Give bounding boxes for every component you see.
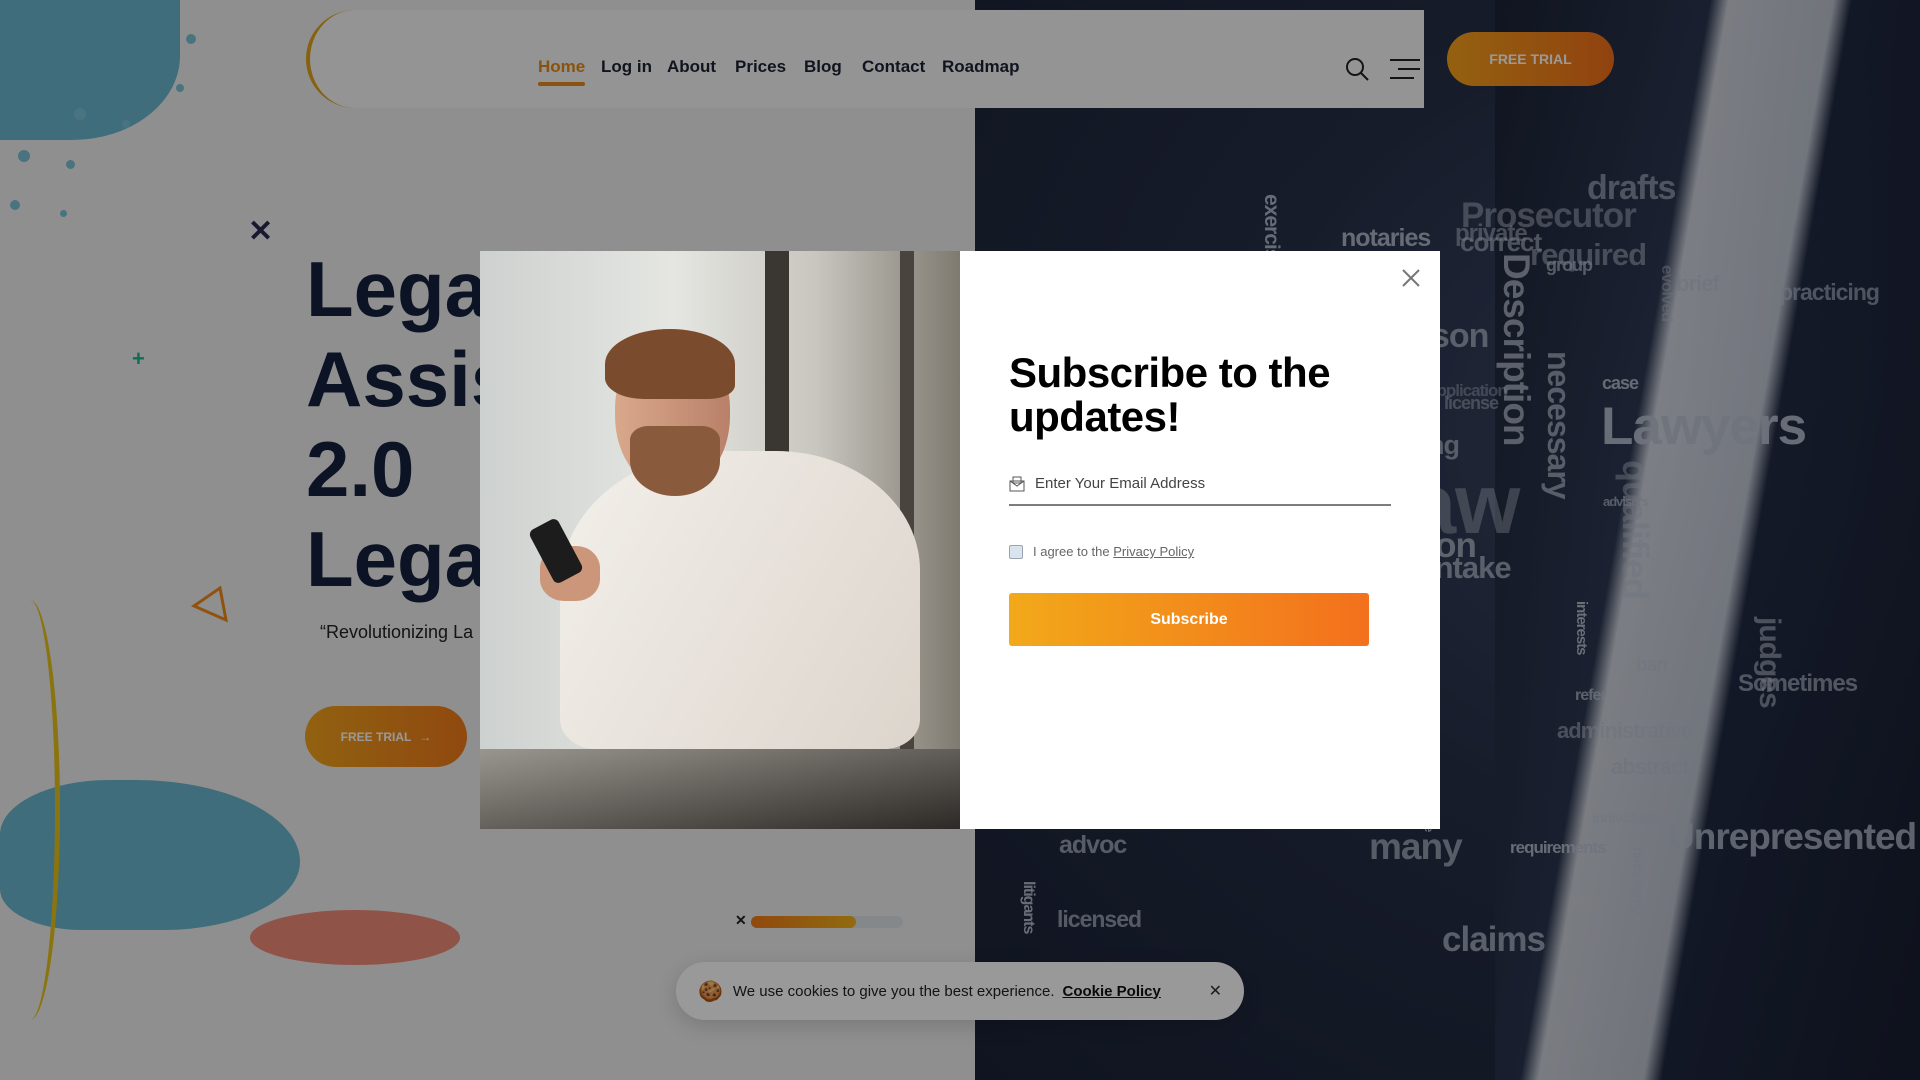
close-icon[interactable] (1400, 267, 1422, 289)
agree-text: I agree to the (1033, 544, 1110, 559)
privacy-policy-link[interactable]: Privacy Policy (1113, 544, 1194, 559)
privacy-checkbox[interactable] (1009, 544, 1023, 559)
subscribe-modal: Subscribe to the updates! I agree to the… (480, 251, 1440, 829)
privacy-agreement: I agree to the Privacy Policy (1009, 544, 1391, 559)
email-field-wrapper (1009, 475, 1391, 506)
modal-title: Subscribe to the updates! (1009, 349, 1331, 440)
man-with-phone-photo (480, 251, 960, 829)
subscribe-form: Subscribe to the updates! I agree to the… (960, 251, 1440, 829)
subscribe-button[interactable]: Subscribe (1009, 593, 1369, 646)
email-input[interactable] (1035, 475, 1355, 492)
envelope-icon (1009, 476, 1025, 491)
